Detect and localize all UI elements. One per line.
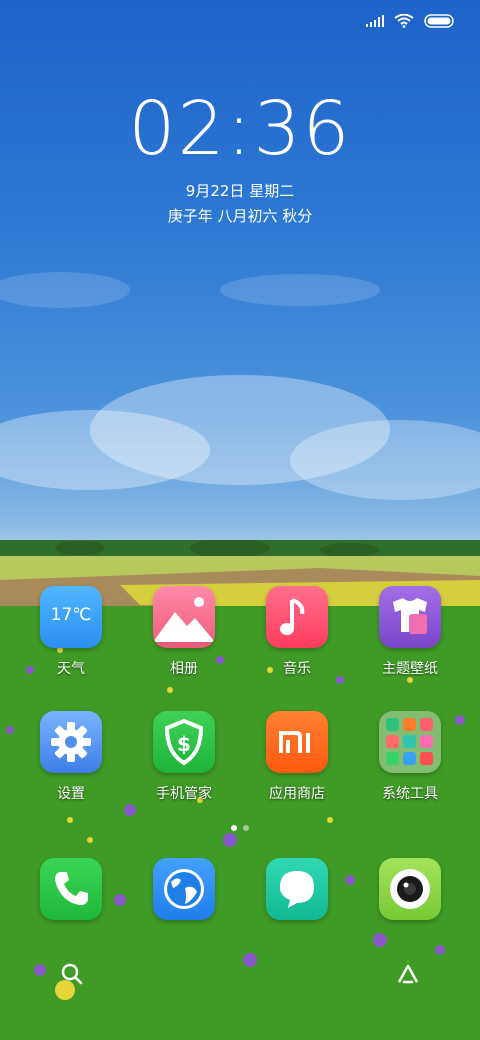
messages-icon xyxy=(266,858,328,920)
battery-icon xyxy=(424,14,454,28)
app-label: 手机管家 xyxy=(156,786,212,802)
date-text: 9月22日 星期二 xyxy=(185,182,295,200)
dock-camera[interactable] xyxy=(360,858,460,920)
search-icon[interactable] xyxy=(58,960,86,988)
app-label: 系统工具 xyxy=(382,786,438,802)
music-icon xyxy=(266,586,328,648)
svg-text:$: $ xyxy=(177,732,191,756)
app-vault-icon[interactable] xyxy=(394,960,422,988)
page-indicator xyxy=(0,825,480,831)
browser-icon xyxy=(153,858,215,920)
app-folder-system-tools[interactable]: 系统工具 xyxy=(360,711,460,803)
app-label: 音乐 xyxy=(283,661,311,677)
app-label: 设置 xyxy=(57,786,85,802)
weather-icon: 17℃ xyxy=(40,586,102,648)
weather-temp-badge: 17℃ xyxy=(50,605,92,625)
dock-phone[interactable] xyxy=(21,858,121,920)
gallery-icon xyxy=(153,586,215,648)
app-store[interactable]: 应用商店 xyxy=(247,711,347,803)
app-themes[interactable]: 主题壁纸 xyxy=(360,586,460,678)
dock-messages[interactable] xyxy=(247,858,347,920)
folder-icon xyxy=(379,711,441,773)
app-music[interactable]: 音乐 xyxy=(247,586,347,678)
signal-icon xyxy=(366,15,384,27)
app-gallery[interactable]: 相册 xyxy=(134,586,234,678)
page-dot xyxy=(243,825,249,831)
status-bar xyxy=(366,12,456,30)
app-label: 相册 xyxy=(170,661,198,677)
lock-clock-time[interactable]: 02:36 xyxy=(0,92,480,166)
app-store-icon xyxy=(266,711,328,773)
security-icon: $ xyxy=(153,711,215,773)
lunar-date-text: 庚子年 八月初六 秋分 xyxy=(167,207,313,225)
camera-icon xyxy=(379,858,441,920)
themes-icon xyxy=(379,586,441,648)
app-label: 天气 xyxy=(57,661,85,677)
dock-browser[interactable] xyxy=(134,858,234,920)
page-dot-active xyxy=(231,825,237,831)
app-settings[interactable]: 设置 xyxy=(21,711,121,803)
sky-clouds xyxy=(0,272,480,500)
app-label: 主题壁纸 xyxy=(382,661,438,677)
settings-icon xyxy=(40,711,102,773)
app-label: 应用商店 xyxy=(269,786,325,802)
phone-icon xyxy=(40,858,102,920)
wifi-icon xyxy=(394,14,414,28)
app-security[interactable]: $ 手机管家 xyxy=(134,711,234,803)
app-weather[interactable]: 17℃ 天气 xyxy=(21,586,121,678)
